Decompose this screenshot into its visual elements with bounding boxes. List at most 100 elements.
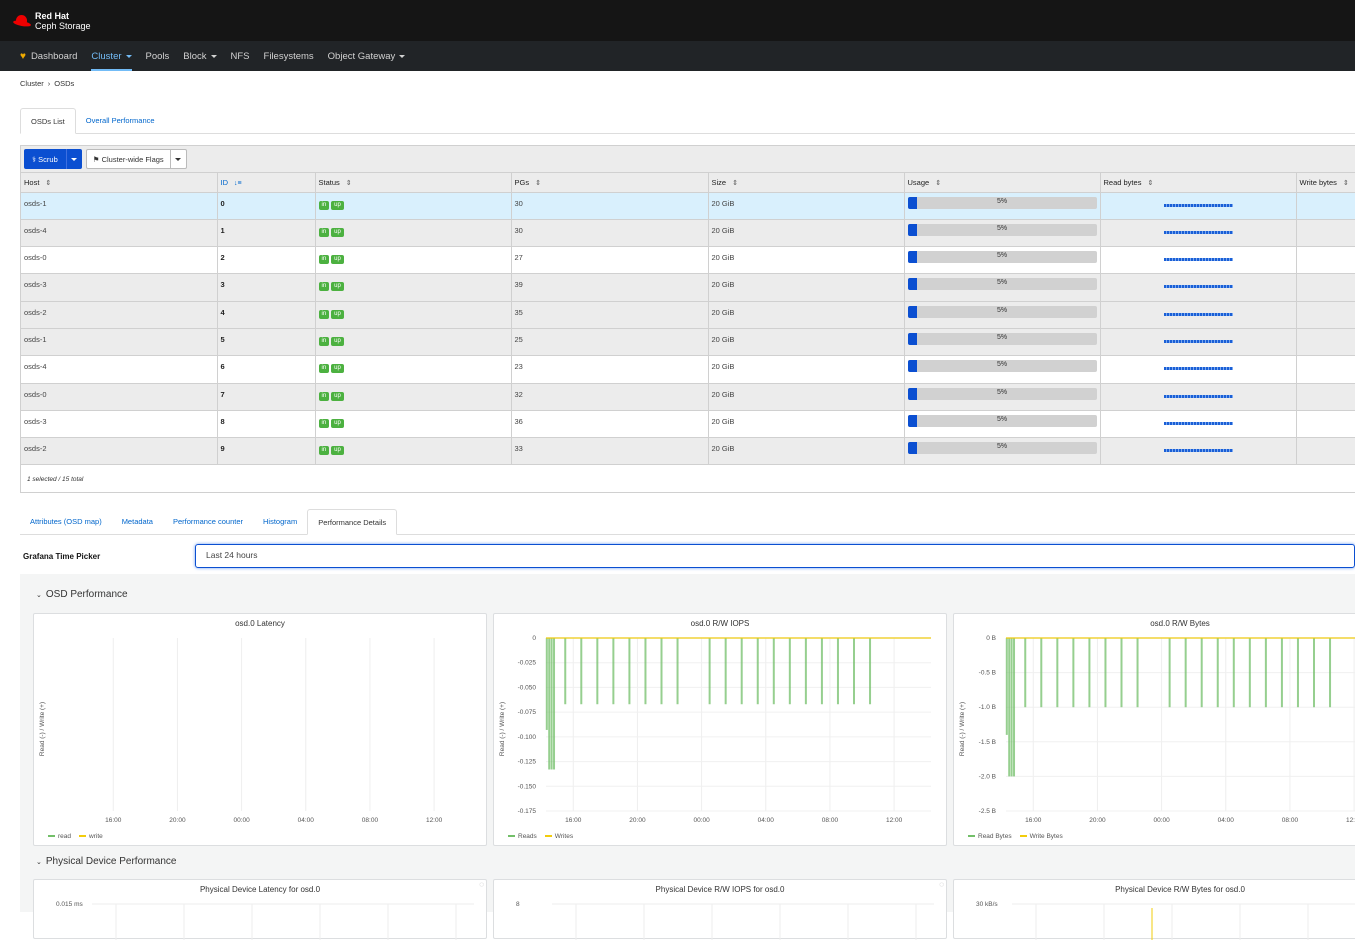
brand-logo[interactable]: Red Hat Ceph Storage [13, 11, 91, 31]
cell-id: 5 [217, 328, 315, 355]
read-bytes-sparkline [1164, 449, 1233, 452]
table-row[interactable]: osds-02inup2720 GiB5% [21, 247, 1355, 274]
tab-histogram[interactable]: Histogram [253, 509, 307, 534]
tab-osds-list[interactable]: OSDs List [20, 108, 76, 134]
usage-label: 5% [908, 252, 1097, 259]
table-row[interactable]: osds-15inup2520 GiB5% [21, 328, 1355, 355]
read-bytes-sparkline [1164, 285, 1233, 288]
y-tick-label: -0.125 [518, 759, 537, 766]
y-tick-label: -0.050 [518, 684, 537, 691]
status-badge-up: up [331, 392, 344, 401]
read-bar [869, 638, 871, 704]
status-badge-in: in [319, 337, 330, 346]
read-bar [1297, 638, 1299, 707]
cell-id: 9 [217, 438, 315, 465]
column-header-pgs[interactable]: PGs⇕ [511, 173, 708, 192]
tab-metadata[interactable]: Metadata [112, 509, 163, 534]
cell-write-bytes [1296, 274, 1355, 301]
read-bar [1265, 638, 1267, 707]
status-badge-in: in [319, 282, 330, 291]
read-bar [546, 638, 548, 730]
chart-svg: Read (-) / Write (+)16:0020:0000:0004:00… [494, 614, 948, 847]
table-row[interactable]: osds-10inup3020 GiB5% [21, 192, 1355, 219]
cell-usage: 5% [904, 219, 1100, 246]
read-bar [551, 638, 553, 769]
cell-usage: 5% [904, 438, 1100, 465]
tab-performance-details[interactable]: Performance Details [307, 509, 397, 535]
usage-progress-bar: 5% [908, 360, 1097, 372]
tab-attributes[interactable]: Attributes (OSD map) [20, 509, 112, 534]
column-header-size[interactable]: Size⇕ [708, 173, 904, 192]
column-header-read-bytes[interactable]: Read bytes⇕ [1100, 173, 1296, 192]
y-tick-label: 30 kB/s [976, 901, 998, 908]
cell-id: 8 [217, 410, 315, 437]
column-header-status[interactable]: Status⇕ [315, 173, 511, 192]
column-header-write-bytes[interactable]: Write bytes⇕ [1296, 173, 1355, 192]
cluster-flags-button[interactable]: ⚑ Cluster-wide Flags [87, 155, 170, 164]
y-tick-label: -2.5 B [979, 808, 996, 815]
sort-icon: ⇕ [935, 180, 941, 187]
caret-down-icon [211, 55, 217, 58]
status-badge-up: up [331, 364, 344, 373]
cell-write-bytes [1296, 356, 1355, 383]
read-bar [644, 638, 646, 704]
time-picker-select[interactable]: Last 24 hours [195, 544, 1355, 568]
status-badge-in: in [319, 201, 330, 210]
nav-cluster[interactable]: Cluster [84, 41, 138, 71]
cell-write-bytes [1296, 301, 1355, 328]
nav-dashboard[interactable]: ♥Dashboard [13, 41, 84, 71]
cell-size: 20 GiB [708, 438, 904, 465]
nav-object-gateway[interactable]: Object Gateway [321, 41, 413, 71]
panel-osd-rw-bytes: osd.0 R/W Bytes Read Bytes Write Bytes R… [953, 613, 1355, 846]
read-bar [1121, 638, 1123, 707]
usage-progress-bar: 5% [908, 251, 1097, 263]
scrub-button[interactable]: ⚕ Scrub [24, 155, 66, 164]
x-tick-label: 04:00 [1218, 817, 1235, 824]
read-bytes-sparkline [1164, 258, 1233, 261]
y-tick-label: 0.015 ms [56, 901, 83, 908]
row-physical-device-performance[interactable]: ⌄ Physical Device Performance [36, 856, 176, 867]
nav-nfs[interactable]: NFS [224, 41, 257, 71]
read-bar [1201, 638, 1203, 707]
row-osd-performance[interactable]: ⌄ OSD Performance [36, 589, 128, 600]
read-bar [805, 638, 807, 704]
read-bar [1104, 638, 1106, 707]
cell-size: 20 GiB [708, 274, 904, 301]
status-badge-in: in [319, 446, 330, 455]
cell-read-bytes [1100, 410, 1296, 437]
cell-host: osds-2 [21, 301, 217, 328]
table-row[interactable]: osds-24inup3520 GiB5% [21, 301, 1355, 328]
tab-overall-performance[interactable]: Overall Performance [76, 108, 165, 133]
table-row[interactable]: osds-29inup3320 GiB5% [21, 438, 1355, 465]
nav-block[interactable]: Block [176, 41, 223, 71]
status-badge-up: up [331, 446, 344, 455]
nav-pools[interactable]: Pools [139, 41, 177, 71]
table-row[interactable]: osds-33inup3920 GiB5% [21, 274, 1355, 301]
column-header-id[interactable]: ID↓≡ [217, 173, 315, 192]
tab-performance-counter[interactable]: Performance counter [163, 509, 253, 534]
heart-icon: ♥ [20, 51, 26, 62]
usage-progress-bar: 5% [908, 306, 1097, 318]
y-tick-label: 0 [532, 635, 536, 642]
usage-label: 5% [908, 307, 1097, 314]
cluster-flags-dropdown-toggle[interactable] [170, 150, 186, 168]
status-badge-up: up [331, 419, 344, 428]
usage-label: 5% [908, 361, 1097, 368]
read-bar [1169, 638, 1171, 707]
table-row[interactable]: osds-41inup3020 GiB5% [21, 219, 1355, 246]
read-bar [1072, 638, 1074, 707]
status-badge-up: up [331, 228, 344, 237]
table-row[interactable]: osds-07inup3220 GiB5% [21, 383, 1355, 410]
cell-read-bytes [1100, 356, 1296, 383]
column-header-usage[interactable]: Usage⇕ [904, 173, 1100, 192]
breadcrumb-cluster[interactable]: Cluster [20, 79, 44, 88]
column-header-host[interactable]: Host⇕ [21, 173, 217, 192]
y-tick-label: -0.150 [518, 783, 537, 790]
read-bar [677, 638, 679, 704]
nav-filesystems[interactable]: Filesystems [257, 41, 321, 71]
table-row[interactable]: osds-38inup3620 GiB5% [21, 410, 1355, 437]
scrub-button-group: ⚕ Scrub [24, 149, 82, 169]
read-bar [596, 638, 598, 704]
table-row[interactable]: osds-46inup2320 GiB5% [21, 356, 1355, 383]
scrub-dropdown-toggle[interactable] [66, 149, 82, 169]
